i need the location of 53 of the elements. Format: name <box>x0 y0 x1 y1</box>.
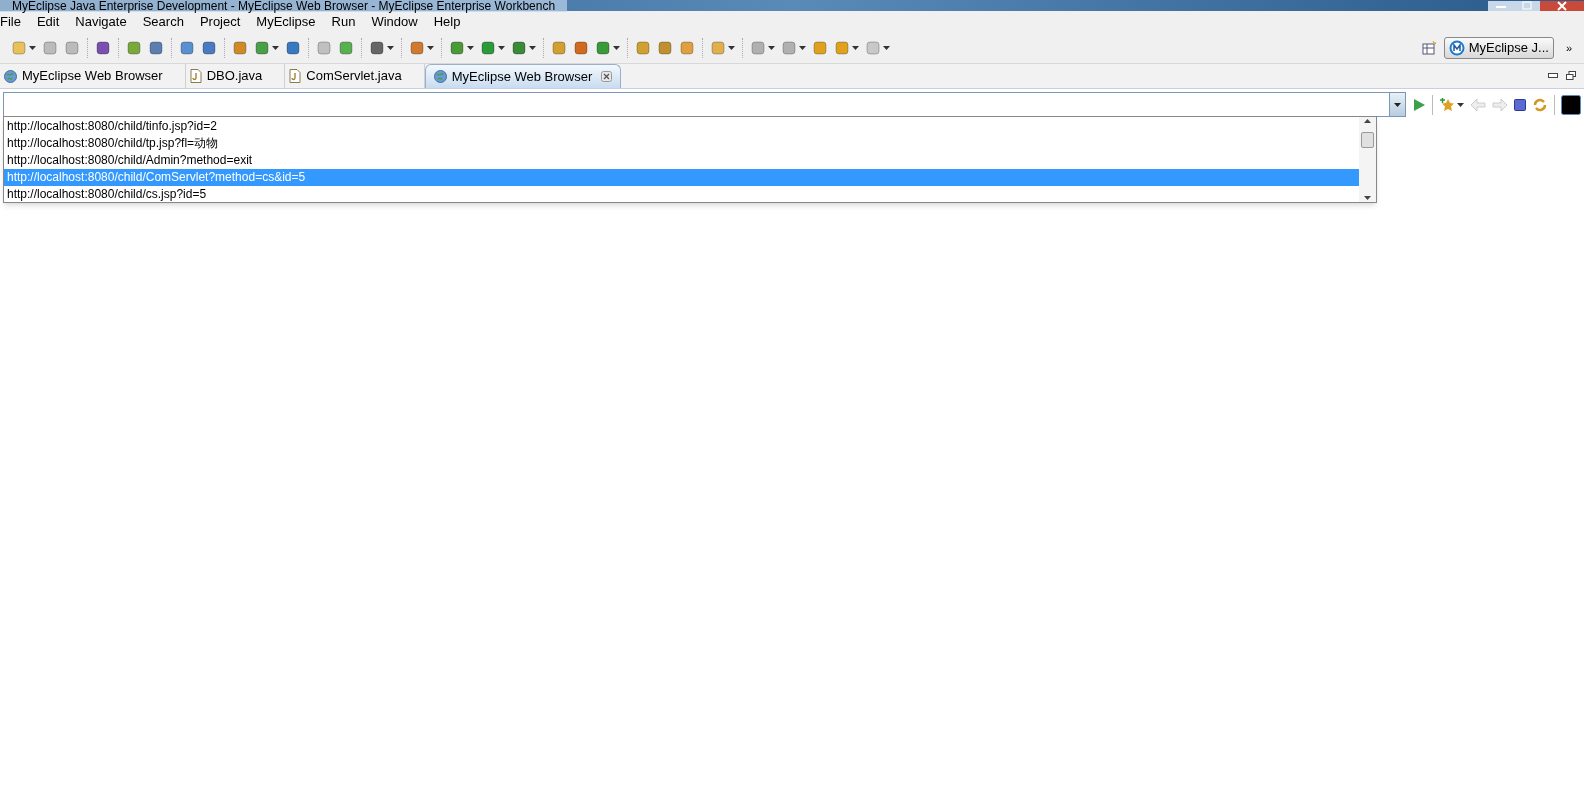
chevron-icon[interactable]: » <box>1565 39 1572 57</box>
url-field[interactable] <box>3 92 1406 117</box>
caret-icon[interactable] <box>29 46 36 50</box>
menu-item[interactable]: Search <box>134 12 192 32</box>
view-square-icon[interactable] <box>1561 94 1581 115</box>
editor-tab[interactable]: DBO.java <box>185 64 286 88</box>
logo-icon <box>1448 40 1465 56</box>
url-list-item[interactable]: http://localhost:8080/child/tp.jsp?fl=动物 <box>4 135 1359 152</box>
scrollbar-thumb[interactable] <box>1361 131 1374 148</box>
java-file-icon <box>189 69 202 83</box>
window-title: MyEclipse Java Enterprise Development - MyEclipse Web Browser - MyEclipse Enterprise Workbench <box>0 0 568 12</box>
caret-icon[interactable] <box>387 46 394 50</box>
close-icon[interactable] <box>601 71 613 82</box>
caret-icon[interactable] <box>768 46 775 50</box>
caret-icon[interactable] <box>427 46 434 50</box>
caret-icon[interactable] <box>852 46 859 50</box>
caret-icon[interactable] <box>728 46 735 50</box>
menu-item[interactable]: Edit <box>28 12 68 32</box>
caret-icon[interactable] <box>799 46 806 50</box>
caret-icon[interactable] <box>529 46 536 50</box>
down-arrow-icon[interactable] <box>1364 196 1371 200</box>
editor-tab[interactable]: MyEclipse Web Browser <box>424 64 622 88</box>
url-list-item[interactable]: http://localhost:8080/child/tinfo.jsp?id=2 <box>4 118 1359 135</box>
menu-item[interactable]: Project <box>191 12 249 32</box>
stop-icon[interactable] <box>1514 98 1526 111</box>
caret-icon[interactable] <box>1457 102 1464 107</box>
minimize-icon[interactable] <box>1548 73 1558 79</box>
caret-icon[interactable] <box>272 46 279 50</box>
caret-icon[interactable] <box>498 46 505 50</box>
caret-icon[interactable] <box>613 46 620 50</box>
menu-item[interactable]: File <box>0 12 29 32</box>
star-icon[interactable] <box>1439 96 1455 113</box>
url-list-item[interactable]: http://localhost:8080/child/Admin?method=exit <box>4 152 1359 169</box>
menu-item[interactable]: Help <box>425 12 469 32</box>
menu-item[interactable]: Run <box>323 12 364 32</box>
scrollbar[interactable] <box>1359 117 1376 202</box>
maximize-icon[interactable] <box>1566 71 1576 81</box>
menu-item[interactable]: Navigate <box>67 12 135 32</box>
url-list-item[interactable]: http://localhost:8080/child/cs.jsp?id=5 <box>4 186 1359 202</box>
close-icon[interactable] <box>1540 1 1584 11</box>
editor-tab[interactable]: ComServlet.java <box>285 64 425 88</box>
play-icon[interactable] <box>1412 97 1426 112</box>
open-perspective-icon[interactable] <box>1421 41 1436 55</box>
menu-item[interactable]: Window <box>363 12 426 32</box>
java-file-icon <box>289 69 302 83</box>
caret-icon[interactable] <box>883 46 890 50</box>
perspective-button[interactable]: MyEclipse J... <box>1443 37 1554 59</box>
caret-icon <box>1394 102 1401 107</box>
menu-item[interactable]: MyEclipse <box>248 12 324 32</box>
up-arrow-icon[interactable] <box>1364 119 1371 123</box>
dropdown-button[interactable] <box>1389 93 1405 116</box>
caret-icon[interactable] <box>467 46 474 50</box>
editor-tab[interactable]: MyEclipse Web Browser <box>0 64 186 88</box>
